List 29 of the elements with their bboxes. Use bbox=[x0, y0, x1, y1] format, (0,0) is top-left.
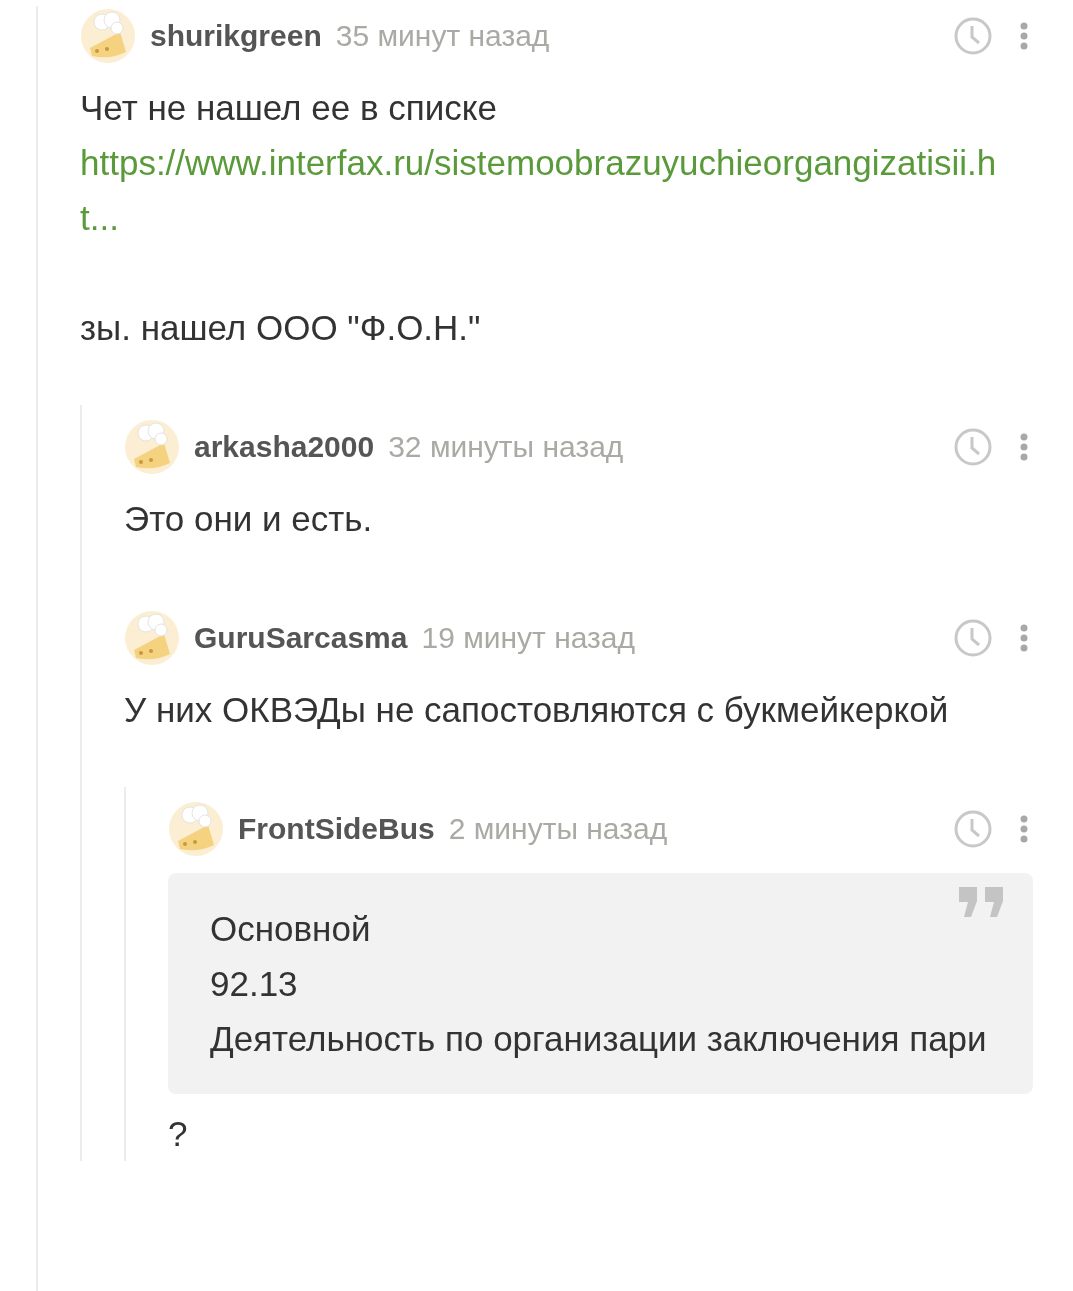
clock-icon[interactable] bbox=[953, 427, 993, 467]
comment-text: Чет не нашел ее в списке bbox=[80, 87, 498, 129]
quote-line: Деятельность по организации заключения пари bbox=[210, 1018, 988, 1060]
quote-icon bbox=[959, 887, 1005, 917]
avatar-icon[interactable] bbox=[124, 610, 180, 666]
clock-icon[interactable] bbox=[953, 618, 993, 658]
author-name[interactable]: arkasha2000 bbox=[194, 430, 375, 464]
more-icon[interactable] bbox=[1019, 623, 1029, 653]
author-name[interactable]: shurikgreen bbox=[150, 19, 322, 53]
comment-time: 19 минут назад bbox=[421, 621, 636, 655]
author-name[interactable]: GuruSarcasma bbox=[194, 621, 408, 655]
avatar-icon[interactable] bbox=[168, 801, 224, 857]
clock-icon[interactable] bbox=[953, 16, 993, 56]
avatar-icon[interactable] bbox=[124, 419, 180, 475]
comment-time: 32 минуты назад bbox=[388, 430, 624, 464]
more-icon[interactable] bbox=[1019, 814, 1029, 844]
avatar-icon[interactable] bbox=[80, 8, 136, 64]
clock-icon[interactable] bbox=[953, 809, 993, 849]
comment-text: зы. нашел ООО "Ф.О.Н." bbox=[80, 307, 482, 349]
comment-text: Это они и есть. bbox=[124, 498, 374, 540]
quote-line: Основной bbox=[210, 908, 372, 950]
author-name[interactable]: FrontSideBus bbox=[238, 812, 435, 846]
quote-line: 92.13 bbox=[210, 963, 299, 1005]
more-icon[interactable] bbox=[1019, 21, 1029, 51]
comment-time: 35 минут назад bbox=[335, 19, 550, 53]
more-icon[interactable] bbox=[1019, 432, 1029, 462]
comment-text: У них ОКВЭДы не сапостовляются с букмейкеркой bbox=[124, 689, 950, 731]
comment-text: ? bbox=[168, 1113, 189, 1155]
comment-time: 2 минуты назад bbox=[448, 812, 668, 846]
